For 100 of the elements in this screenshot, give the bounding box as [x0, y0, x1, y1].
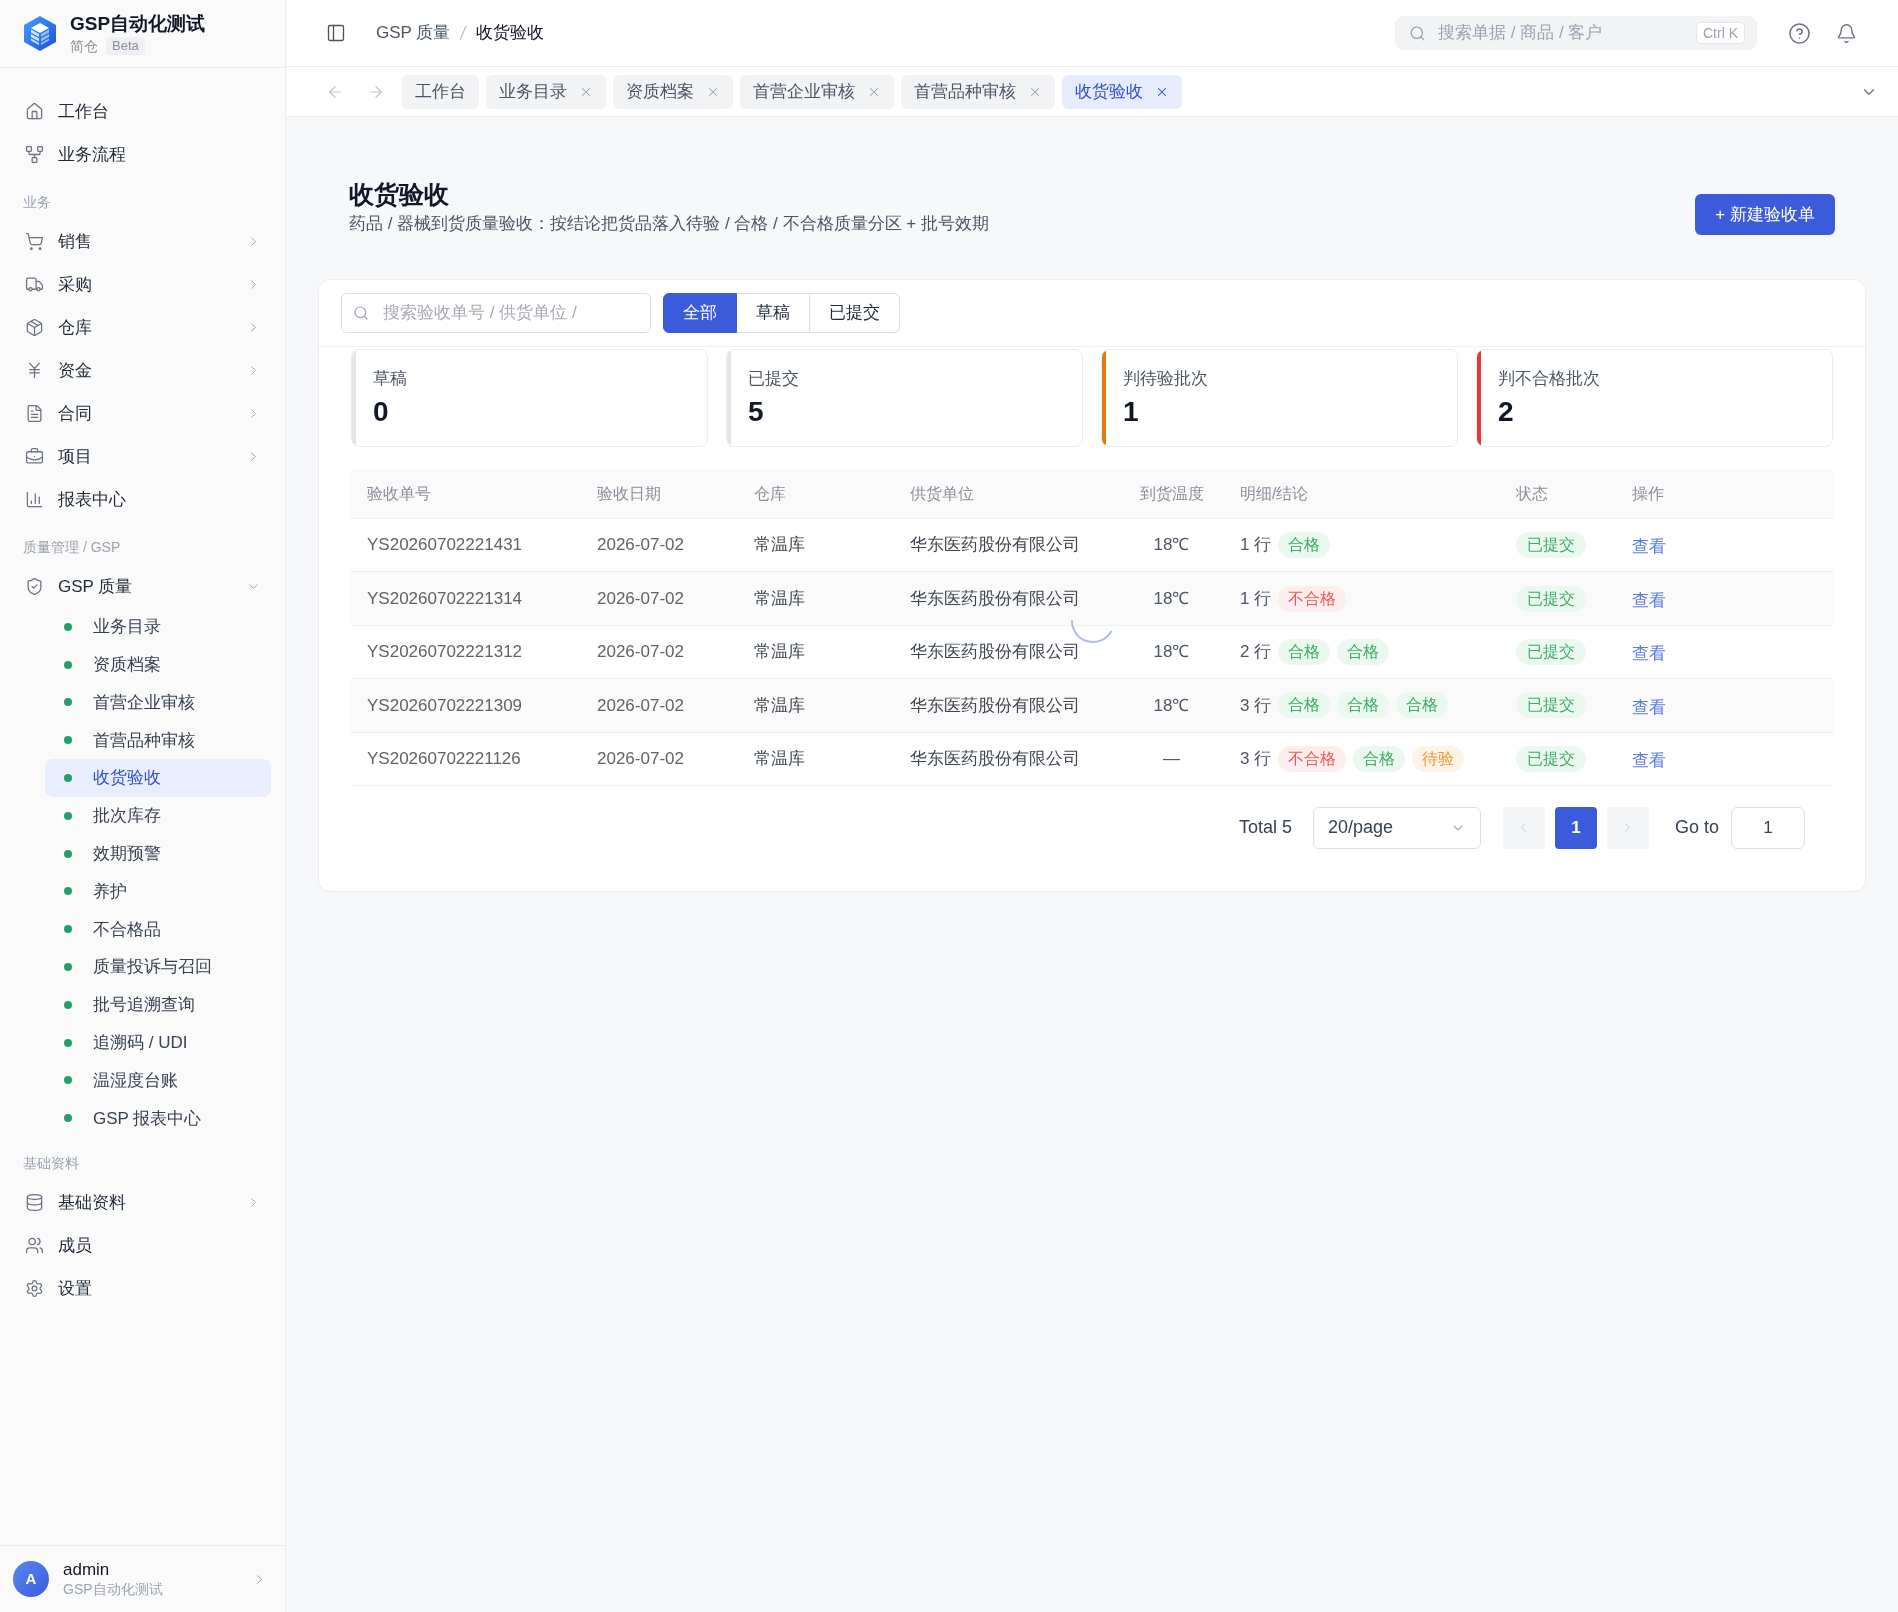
new-button[interactable]: + 新建验收单 [1695, 194, 1835, 235]
table-cell-text: 华东医药股份有限公司 [909, 694, 1081, 717]
status-tag: 已提交 [1516, 745, 1586, 772]
page-title: 收货验收 [349, 179, 450, 210]
nav-subitem[interactable]: 收货验收 [45, 759, 271, 797]
verdict-tag: 合格 [1278, 692, 1331, 719]
column-header: 供货单位 [909, 483, 975, 504]
search-icon [1409, 24, 1426, 42]
tab[interactable]: 收货验收 [1062, 74, 1182, 109]
tab[interactable]: 工作台 [402, 74, 479, 109]
filter-tab[interactable]: 全部 [663, 293, 737, 333]
nav-item[interactable]: 报表中心 [14, 478, 271, 521]
section-title: 质量管理 / GSP [22, 538, 122, 557]
help-icon[interactable] [1789, 22, 1810, 44]
line-count: 3 行 [1240, 694, 1272, 717]
tab[interactable]: 资质档案 [613, 74, 733, 109]
nav-subitem[interactable]: 批号追溯查询 [45, 985, 271, 1024]
column-header: 操作 [1631, 483, 1665, 504]
network-icon [25, 145, 44, 164]
page-size-select[interactable]: 20/page [1312, 806, 1481, 849]
table-cell-text: 18℃ [1152, 534, 1191, 557]
column-header: 明细/结论 [1239, 483, 1310, 504]
table-cell-text: 2026-07-02 [596, 748, 685, 770]
nav-item[interactable]: 基础资料 [14, 1181, 271, 1225]
stat-label: 草稿 [373, 368, 407, 390]
nav-item[interactable]: 资金 [14, 349, 271, 392]
box-icon [25, 318, 44, 337]
bar-chart-icon [25, 490, 44, 509]
nav-subitem[interactable]: 效期预警 [45, 834, 271, 873]
verdict-tag: 合格 [1278, 532, 1331, 559]
view-link[interactable]: 查看 [1632, 534, 1666, 560]
sidebar-toggle-icon[interactable] [326, 23, 346, 43]
table-cell-text: 常温库 [753, 641, 806, 664]
column-header: 仓库 [753, 483, 787, 504]
view-link[interactable]: 查看 [1632, 694, 1666, 721]
table-cell-text: 常温库 [753, 534, 806, 557]
app-name: GSP自动化测试 [70, 11, 206, 36]
nav-item[interactable]: 项目 [14, 435, 271, 478]
nav-subitem[interactable]: 首营品种审核 [45, 721, 271, 760]
table-cell-text: — [1162, 748, 1181, 770]
nav-item[interactable]: 业务流程 [14, 133, 271, 176]
view-link[interactable]: 查看 [1632, 587, 1666, 614]
status-tag: 已提交 [1516, 638, 1586, 665]
search-field[interactable]: 搜索验收单号 / 供货单位 / [341, 293, 651, 333]
nav-item[interactable]: 采购 [14, 263, 271, 306]
stat-value: 0 [373, 395, 390, 429]
nav-item[interactable]: 销售 [14, 220, 271, 263]
filter-tab[interactable]: 草稿 [737, 293, 810, 333]
nav-subitem[interactable]: 养护 [45, 872, 271, 911]
view-link[interactable]: 查看 [1632, 641, 1666, 667]
table-cell-text: YS20260702221126 [366, 748, 522, 770]
filter-tab[interactable]: 已提交 [810, 293, 900, 333]
briefcase-icon [25, 447, 44, 466]
tab[interactable]: 业务目录 [486, 74, 606, 109]
line-count: 2 行 [1240, 641, 1272, 664]
nav-item[interactable]: 工作台 [14, 90, 271, 133]
section-title: 业务 [22, 193, 52, 212]
nav-item[interactable]: 设置 [14, 1267, 271, 1311]
table-cell-text: 华东医药股份有限公司 [909, 748, 1081, 770]
nav-subitem[interactable]: 批次库存 [45, 797, 271, 835]
breadcrumb-link[interactable]: GSP 质量 [376, 20, 451, 46]
table-cell-text: 常温库 [753, 748, 806, 770]
nav-item[interactable]: 合同 [14, 392, 271, 435]
table-cell-text: 2026-07-02 [596, 694, 685, 717]
verdict-tag: 待验 [1412, 745, 1465, 772]
nav-subitem[interactable]: 质量投诉与召回 [45, 948, 271, 986]
page-description: 药品 / 器械到货质量验收：按结论把货品落入待验 / 合格 / 不合格质量分区 + 批号效期 [349, 213, 989, 235]
slash-icon [459, 25, 468, 41]
table-cell-text: YS20260702221309 [366, 694, 524, 717]
table-cell-text: 18℃ [1152, 641, 1191, 664]
nav-subitem[interactable]: 业务目录 [45, 608, 271, 646]
nav-subitem[interactable]: 不合格品 [45, 910, 271, 949]
total-count: Total 5 [1238, 816, 1292, 840]
verdict-tag: 合格 [1337, 638, 1390, 665]
beta-badge: Beta [106, 36, 145, 55]
tab[interactable]: 首营企业审核 [740, 74, 894, 109]
nav-item[interactable]: 仓库 [14, 306, 271, 349]
table-cell-text: 18℃ [1152, 587, 1191, 610]
nav-subitem[interactable]: 首营企业审核 [45, 683, 271, 722]
verdict-tag: 合格 [1278, 638, 1331, 665]
table-cell-text: YS20260702221312 [366, 641, 524, 664]
verdict-tag: 不合格 [1278, 745, 1347, 772]
stat-value: 5 [748, 395, 765, 429]
nav-subitem[interactable]: 温湿度台账 [45, 1061, 271, 1100]
column-header: 到货温度 [1138, 483, 1205, 504]
nav-subitem[interactable]: 资质档案 [45, 645, 271, 684]
nav-subitem[interactable]: 追溯码 / UDI [45, 1023, 271, 1062]
view-link[interactable]: 查看 [1632, 748, 1666, 774]
bell-icon[interactable] [1836, 22, 1857, 44]
page-button[interactable]: 1 [1554, 806, 1597, 849]
status-tag: 已提交 [1516, 532, 1586, 559]
verdict-tag: 合格 [1396, 692, 1449, 719]
nav-subitem[interactable]: GSP 报表中心 [45, 1099, 271, 1138]
user-menu[interactable]: A admin GSP自动化测试 [0, 1545, 285, 1612]
goto-input[interactable]: 1 [1731, 806, 1805, 849]
status-tag: 已提交 [1516, 692, 1586, 719]
tab[interactable]: 首营品种审核 [901, 74, 1055, 109]
nav-item[interactable]: GSP 质量 [14, 565, 271, 608]
table-cell-text: 2026-07-02 [596, 587, 685, 610]
nav-item[interactable]: 成员 [14, 1224, 271, 1268]
